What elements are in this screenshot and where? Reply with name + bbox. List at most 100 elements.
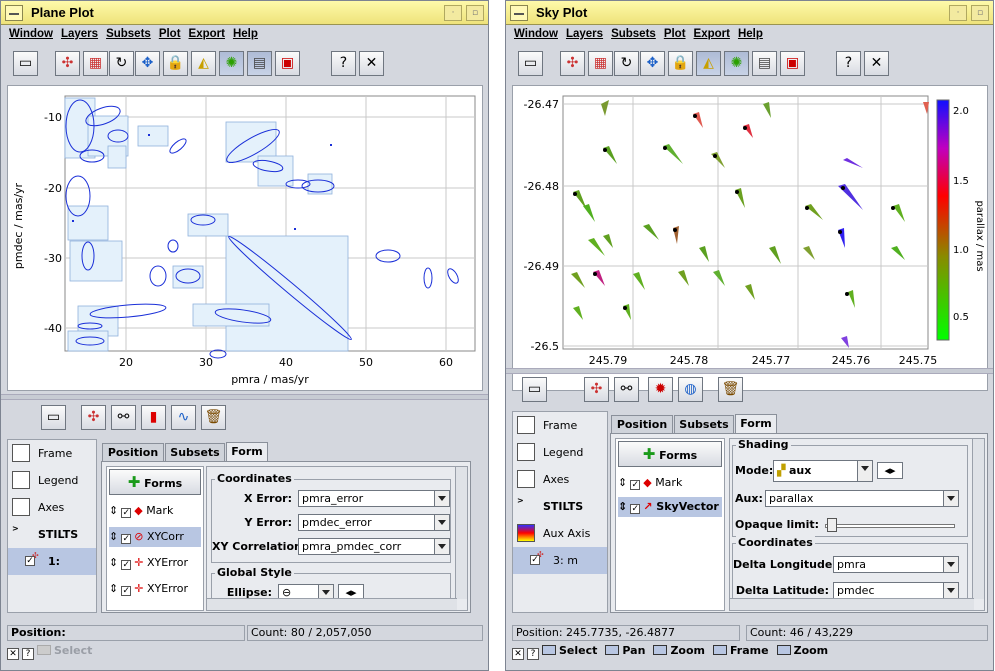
help-button[interactable]: ? (836, 51, 861, 76)
mode-step-buttons[interactable]: ◂▸ (877, 462, 903, 479)
delta-longitude-combo[interactable]: pmra (833, 556, 959, 573)
progress-lock-button[interactable]: 🔒 (163, 51, 188, 76)
maximize-button[interactable]: ▫ (971, 5, 989, 21)
chevron-down-icon[interactable] (943, 583, 958, 598)
layer-checkbox[interactable]: ✓ (121, 560, 132, 570)
control-axes[interactable]: Axes (8, 494, 96, 521)
menu-help[interactable]: Help (738, 28, 763, 40)
window-menu-button[interactable] (5, 5, 23, 21)
menu-plot[interactable]: Plot (664, 28, 686, 40)
forms-button[interactable]: ✚ Forms (618, 441, 722, 467)
legend-toggle-button[interactable]: ✺ (219, 51, 244, 76)
float-controls-button[interactable]: ▭ (13, 51, 38, 76)
chevron-down-icon[interactable] (857, 461, 872, 481)
axes-toggle-button[interactable]: ▤ (752, 51, 777, 76)
menu-export[interactable]: Export (189, 28, 225, 40)
axes-toggle-button[interactable]: ▤ (247, 51, 272, 76)
export-image-button[interactable]: ▣ (275, 51, 300, 76)
plane-plot-area[interactable]: 20 30 40 50 60 -10 -20 -30 -40 pmra / ma… (7, 85, 483, 391)
close-small-icon[interactable]: ✕ (7, 648, 19, 660)
add-position-layer-button[interactable]: ✣ (584, 377, 609, 402)
add-function-layer-button[interactable]: ∿ (171, 405, 196, 430)
layer-checkbox[interactable]: ✓ (121, 534, 132, 544)
tab-position[interactable]: Position (611, 415, 673, 433)
sky-plot-titlebar[interactable]: Sky Plot · ▫ (506, 1, 993, 25)
layer-item-skyvector[interactable]: ⇕ ✓ ↗ SkyVector (618, 497, 722, 517)
float-controls-button[interactable]: ▭ (522, 377, 547, 402)
chevron-down-icon[interactable] (943, 557, 958, 572)
layer-checkbox[interactable]: ✓ (121, 508, 132, 518)
xy-correlation-combo[interactable]: pmra_pmdec_corr (298, 538, 450, 555)
tab-form[interactable]: Form (226, 442, 268, 461)
chevron-down-icon[interactable] (434, 539, 449, 554)
control-aux-axis[interactable]: Aux Axis (513, 520, 607, 547)
tab-subsets[interactable]: Subsets (165, 443, 225, 461)
window-menu-button[interactable] (510, 5, 528, 21)
tab-subsets[interactable]: Subsets (674, 415, 734, 433)
sky-plot-area[interactable]: 2.0 1.5 1.0 0.5 parallax / mas 245.79 24… (512, 85, 988, 391)
subset-points-button[interactable]: ✣ (560, 51, 585, 76)
x-error-combo[interactable]: pmra_error (298, 490, 450, 507)
help-button[interactable]: ? (331, 51, 356, 76)
control-axes[interactable]: Axes (513, 466, 607, 493)
subset-region-button[interactable]: ▦ (588, 51, 613, 76)
chevron-down-icon[interactable] (434, 491, 449, 506)
split-divider[interactable] (1, 394, 488, 400)
subset-region-button[interactable]: ▦ (83, 51, 108, 76)
sketch-button[interactable]: ◭ (696, 51, 721, 76)
export-image-button[interactable]: ▣ (780, 51, 805, 76)
control-frame[interactable]: Frame (8, 440, 96, 467)
menu-help[interactable]: Help (233, 28, 258, 40)
close-button[interactable]: ✕ (359, 51, 384, 76)
control-frame[interactable]: Frame (513, 412, 607, 439)
menu-export[interactable]: Export (694, 28, 730, 40)
add-pair-layer-button[interactable]: ⚯ (111, 405, 136, 430)
forms-button[interactable]: ✚ Forms (109, 469, 201, 495)
remove-layer-button[interactable]: 🗑 (201, 405, 226, 430)
replot-button[interactable]: ↻ (109, 51, 134, 76)
layer-item-xyerror[interactable]: ⇕ ✓ ✛ XYError (109, 553, 188, 573)
subset-points-button[interactable]: ✣ (55, 51, 80, 76)
control-layer-1[interactable]: ✓ ✣ 1: (8, 548, 96, 575)
tab-form[interactable]: Form (735, 414, 777, 433)
replot-button[interactable]: ↻ (614, 51, 639, 76)
add-histogram-layer-button[interactable]: ▮ (141, 405, 166, 430)
form-horizontal-scrollbar[interactable] (730, 598, 974, 610)
minimize-button[interactable]: · (949, 5, 967, 21)
help-small-icon[interactable]: ? (22, 648, 34, 660)
control-layer-3[interactable]: ✓ ✣ 3: m (513, 547, 607, 574)
navigation-button[interactable]: ✥ (640, 51, 665, 76)
maximize-button[interactable]: ▫ (466, 5, 484, 21)
layer-item-xyerror[interactable]: ⇕ ✓ ✛ XYError (109, 579, 188, 599)
menu-subsets[interactable]: Subsets (106, 28, 151, 40)
aux-combo[interactable]: parallax (765, 490, 959, 507)
delta-latitude-combo[interactable]: pmdec (833, 582, 959, 599)
progress-lock-button[interactable]: 🔒 (668, 51, 693, 76)
chevron-down-icon[interactable] (943, 491, 958, 506)
menu-layers[interactable]: Layers (566, 28, 603, 40)
layer-item-xycorr[interactable]: ⇕ ✓ ⊘ XYCorr (109, 527, 201, 547)
close-button[interactable]: ✕ (864, 51, 889, 76)
plane-plot-titlebar[interactable]: Plane Plot · ▫ (1, 1, 488, 25)
menu-window[interactable]: Window (514, 28, 558, 40)
remove-layer-button[interactable]: 🗑 (718, 377, 743, 402)
form-vertical-scrollbar[interactable] (455, 467, 467, 599)
close-small-icon[interactable]: ✕ (512, 648, 524, 660)
help-small-icon[interactable]: ? (527, 648, 539, 660)
control-stilts[interactable]: > STILTS (8, 521, 96, 548)
sketch-button[interactable]: ◭ (191, 51, 216, 76)
tab-position[interactable]: Position (102, 443, 164, 461)
form-horizontal-scrollbar[interactable] (207, 598, 457, 610)
opaque-limit-slider[interactable] (825, 524, 955, 528)
sky-plot-svg[interactable]: 2.0 1.5 1.0 0.5 parallax / mas 245.79 24… (513, 86, 987, 390)
form-vertical-scrollbar[interactable] (972, 439, 984, 599)
menu-plot[interactable]: Plot (159, 28, 181, 40)
minimize-button[interactable]: · (444, 5, 462, 21)
layer-item-mark[interactable]: ⇕ ✓ ◆ Mark (618, 473, 682, 493)
add-pair-layer-button[interactable]: ⚯ (614, 377, 639, 402)
float-controls-button[interactable]: ▭ (518, 51, 543, 76)
slider-thumb[interactable] (827, 518, 837, 532)
add-sky-grid-button[interactable]: ◍ (678, 377, 703, 402)
control-legend[interactable]: Legend (513, 439, 607, 466)
menu-subsets[interactable]: Subsets (611, 28, 656, 40)
